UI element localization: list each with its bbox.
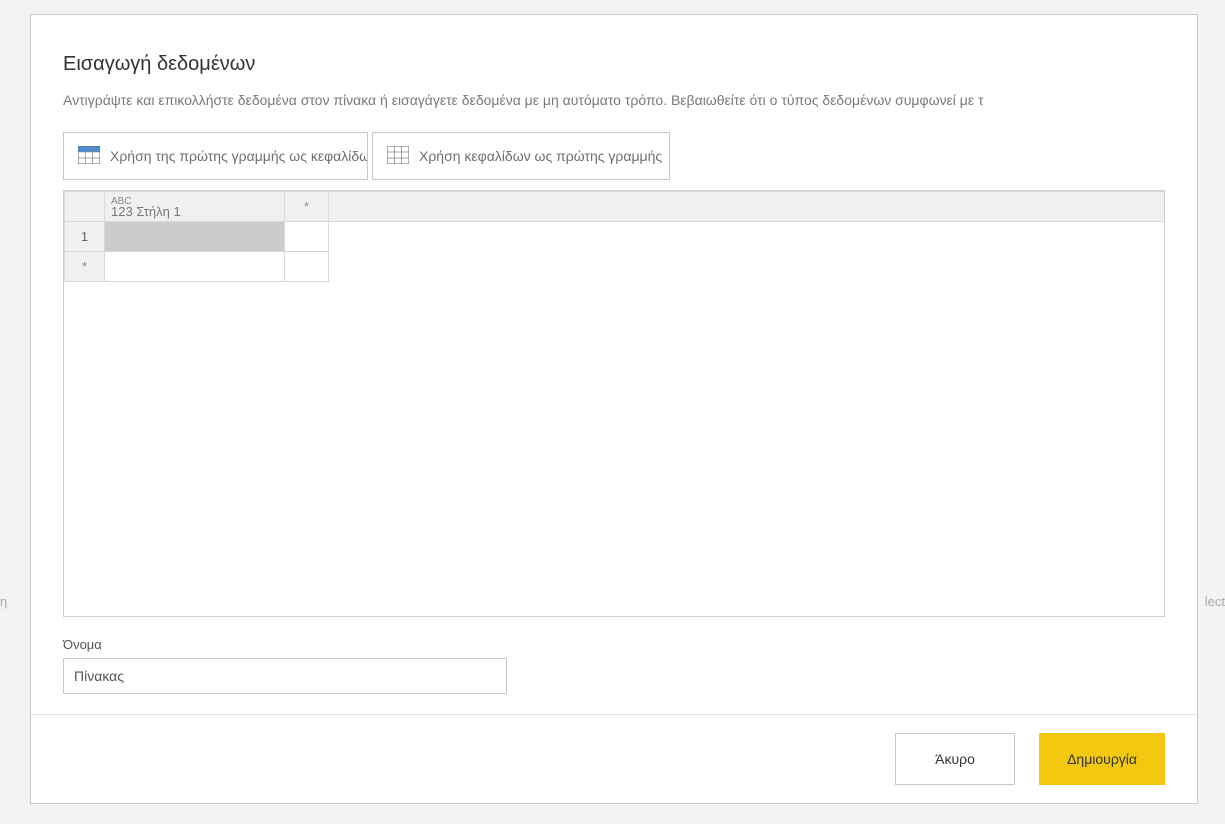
toolbar-button-label: Χρήση της πρώτης γραμμής ως κεφαλίδων: [110, 148, 368, 164]
dialog-footer: Άκυρο Δημιουργία: [31, 714, 1197, 803]
grid-cell-empty: [285, 222, 329, 252]
table-name-section: Όνομα: [63, 637, 1165, 694]
table-header-icon: [78, 146, 100, 167]
table-no-header-icon: [387, 146, 409, 167]
grid-filler: [329, 192, 1165, 222]
toolbar: Χρήση της πρώτης γραμμής ως κεφαλίδων Χρ…: [63, 132, 1165, 180]
enter-data-dialog: Εισαγωγή δεδομένων Αντιγράψτε και επικολ…: [30, 14, 1198, 804]
grid-cell-r1-c1[interactable]: [105, 222, 285, 252]
grid-cell-empty: [285, 252, 329, 282]
dialog-title: Εισαγωγή δεδομένων: [63, 53, 1165, 76]
dialog-body: Εισαγωγή δεδομένων Αντιγράψτε και επικολ…: [31, 15, 1197, 714]
data-grid: ABC 123 Στήλη 1 * 1 *: [63, 190, 1165, 617]
add-row-button[interactable]: *: [65, 252, 105, 282]
background-text-right: lect: [1205, 594, 1225, 609]
toolbar-button-label: Χρήση κεφαλίδων ως πρώτης γραμμής: [419, 148, 662, 164]
name-label: Όνομα: [63, 637, 1165, 652]
row-header-1[interactable]: 1: [65, 222, 105, 252]
column-header-1[interactable]: ABC 123 Στήλη 1: [105, 192, 285, 222]
dialog-subtitle: Αντιγράψτε και επικολλήστε δεδομένα στον…: [63, 92, 1165, 108]
background-text-left: η: [0, 594, 7, 609]
column-name: 123 Στήλη 1: [111, 206, 278, 218]
table-name-input[interactable]: [63, 658, 507, 694]
grid-corner: [65, 192, 105, 222]
create-button[interactable]: Δημιουργία: [1039, 733, 1165, 785]
cancel-button[interactable]: Άκυρο: [895, 733, 1015, 785]
use-first-row-as-headers-button[interactable]: Χρήση της πρώτης γραμμής ως κεφαλίδων: [63, 132, 368, 180]
add-column-button[interactable]: *: [285, 192, 329, 222]
grid-cell-empty: [105, 252, 285, 282]
use-headers-as-first-row-button[interactable]: Χρήση κεφαλίδων ως πρώτης γραμμής: [372, 132, 670, 180]
